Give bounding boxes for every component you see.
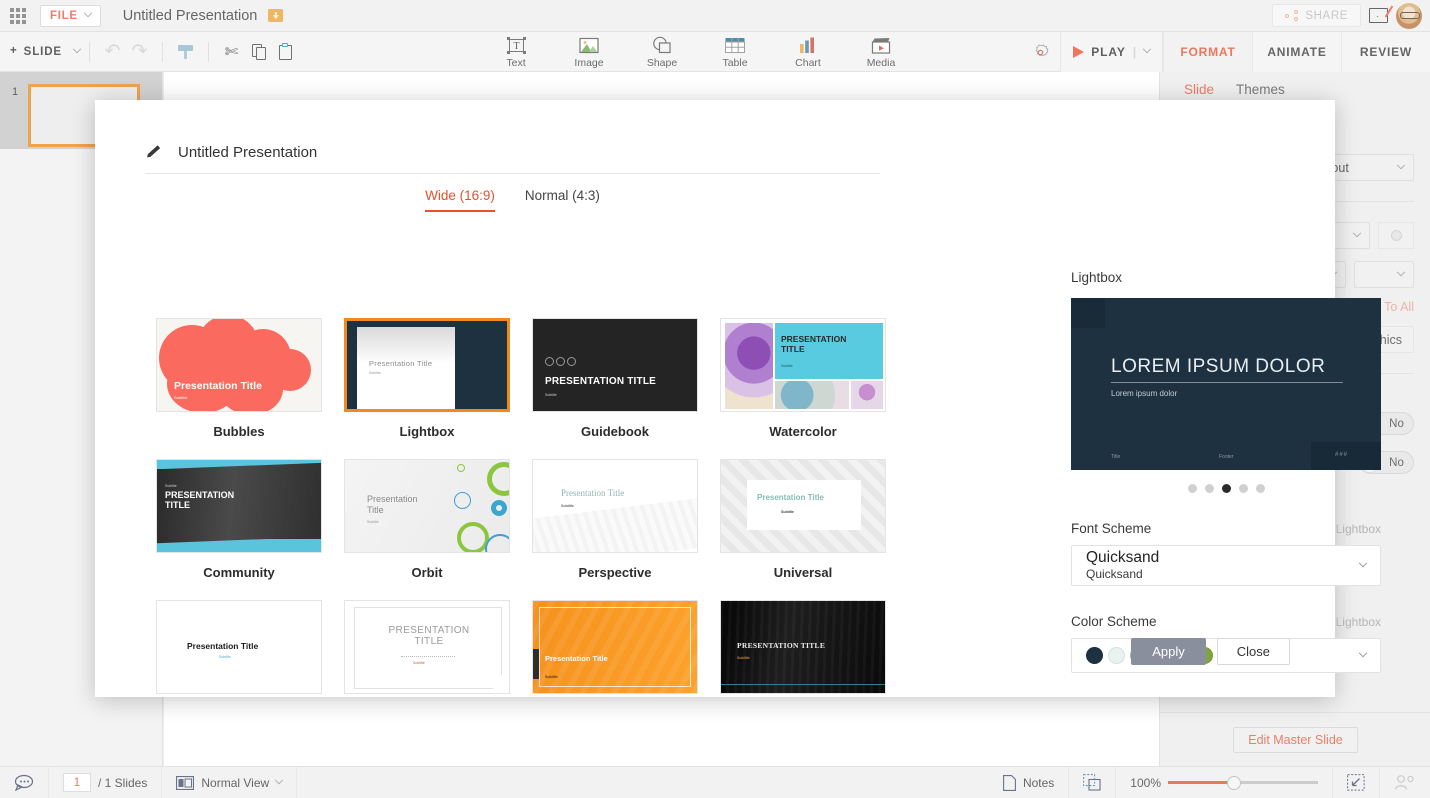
preview-dot-4[interactable]: [1256, 484, 1265, 493]
color-swatch-1: [1108, 647, 1125, 664]
theme-thumbnail: Presentation Title Subtitle: [532, 600, 698, 694]
preview-dot-1[interactable]: [1205, 484, 1214, 493]
theme-thumbnail: Presentation Title Subtitle: [532, 459, 698, 553]
theme-name-label: Universal: [774, 565, 833, 580]
preview-dot-3[interactable]: [1239, 484, 1248, 493]
theme-card-9[interactable]: PRESENTATION TITLE Subtitle: [333, 600, 521, 718]
theme-grid-scroll[interactable]: Presentation TitleSubtitle Bubbles Presen…: [145, 318, 981, 718]
preview-pagination-dots: [1071, 484, 1381, 493]
tab-wide-16-9[interactable]: Wide (16:9): [425, 188, 495, 212]
font-scheme-label: Font Scheme: [1071, 521, 1151, 536]
theme-thumbnail: Subtitle PRESENTATION TITLE: [156, 459, 322, 553]
chevron-down-icon: [1359, 648, 1367, 656]
font-scheme-heading: Quicksand: [1086, 549, 1159, 567]
color-swatch-0: [1086, 647, 1103, 664]
theme-thumbnail: PRESENTATION TITLE Subtitle: [720, 318, 886, 412]
preview-slide-title: LOREM IPSUM DOLOR: [1111, 356, 1325, 378]
theme-thumbnail: Presentation TitleSubtitle: [156, 318, 322, 412]
theme-name-label: Lightbox: [400, 424, 455, 439]
theme-card-11[interactable]: PRESENTATION TITLE Subtitle: [709, 600, 897, 718]
theme-preview-pane: Lightbox LOREM IPSUM DOLOR Lorem ipsum d…: [1071, 270, 1381, 673]
close-button[interactable]: Close: [1217, 638, 1290, 665]
theme-thumbnail: PRESENTATION TITLESubtitle: [532, 318, 698, 412]
theme-name-label: Orbit: [411, 565, 442, 580]
theme-name-label: Perspective: [579, 565, 652, 580]
preview-decor-left: [1071, 298, 1105, 328]
font-scheme-body: Quicksand: [1086, 567, 1159, 583]
theme-thumbnail: Presentation Title Subtitle: [344, 459, 510, 553]
preview-footer-center: Footer: [1219, 454, 1233, 460]
aspect-ratio-tabs: Wide (16:9) Normal (4:3): [95, 174, 930, 212]
font-scheme-header: Font Scheme Lightbox: [1071, 521, 1381, 536]
font-scheme-theme-name: Lightbox: [1336, 522, 1381, 536]
preview-theme-name: Lightbox: [1071, 270, 1381, 285]
presentation-app: FILE Untitled Presentation SHARE + SLIDE…: [0, 0, 1430, 798]
theme-grid: Presentation TitleSubtitle Bubbles Presen…: [145, 318, 981, 718]
color-scheme-header: Color Scheme Lightbox: [1071, 614, 1381, 629]
theme-card-10[interactable]: Presentation Title Subtitle: [521, 600, 709, 718]
preview-footer-right: ###: [1335, 452, 1348, 458]
theme-thumbnail: Presentation Title Subtitle: [156, 600, 322, 694]
theme-card-lightbox[interactable]: Presentation Title Subtitle Lightbox: [333, 318, 521, 459]
theme-name-label: Watercolor: [769, 424, 836, 439]
theme-thumbnail: PRESENTATION TITLE Subtitle: [720, 600, 886, 694]
dialog-title-row: Untitled Presentation: [95, 100, 1335, 161]
theme-card-community[interactable]: Subtitle PRESENTATION TITLE Community: [145, 459, 333, 600]
theme-name-label: Bubbles: [213, 424, 264, 439]
theme-name-label: Guidebook: [581, 424, 649, 439]
theme-card-guidebook[interactable]: PRESENTATION TITLESubtitle Guidebook: [521, 318, 709, 459]
font-scheme-select[interactable]: Quicksand Quicksand: [1071, 545, 1381, 586]
theme-card-perspective[interactable]: Presentation Title Subtitle Perspective: [521, 459, 709, 600]
theme-thumbnail: Presentation Title Subtitle: [720, 459, 886, 553]
theme-card-8[interactable]: Presentation Title Subtitle: [145, 600, 333, 718]
chevron-down-icon: [1359, 558, 1367, 566]
theme-name-label: Community: [203, 565, 275, 580]
preview-dot-2[interactable]: [1222, 484, 1231, 493]
preview-title-rule: [1111, 382, 1343, 383]
preview-footer-left: Title: [1111, 454, 1120, 460]
tab-normal-4-3[interactable]: Normal (4:3): [525, 188, 600, 212]
preview-dot-0[interactable]: [1188, 484, 1197, 493]
dialog-actions: Apply Close: [1131, 638, 1290, 665]
apply-button[interactable]: Apply: [1131, 638, 1206, 665]
theme-card-orbit[interactable]: Presentation Title Subtitle Orbit: [333, 459, 521, 600]
edit-pencil-icon[interactable]: [145, 145, 160, 160]
theme-thumbnail: PRESENTATION TITLE Subtitle: [344, 600, 510, 694]
color-scheme-label: Color Scheme: [1071, 614, 1157, 629]
preview-slide-subtitle: Lorem ipsum dolor: [1111, 389, 1177, 398]
color-scheme-theme-name: Lightbox: [1336, 615, 1381, 629]
theme-card-watercolor[interactable]: PRESENTATION TITLE Subtitle Watercolor: [709, 318, 897, 459]
preview-slide: LOREM IPSUM DOLOR Lorem ipsum dolor Titl…: [1071, 298, 1381, 470]
theme-card-universal[interactable]: Presentation Title Subtitle Universal: [709, 459, 897, 600]
theme-thumbnail: Presentation Title Subtitle: [344, 318, 510, 412]
theme-card-bubbles[interactable]: Presentation TitleSubtitle Bubbles: [145, 318, 333, 459]
dialog-presentation-title[interactable]: Untitled Presentation: [178, 144, 317, 161]
theme-chooser-dialog: Untitled Presentation Wide (16:9) Normal…: [95, 100, 1335, 697]
